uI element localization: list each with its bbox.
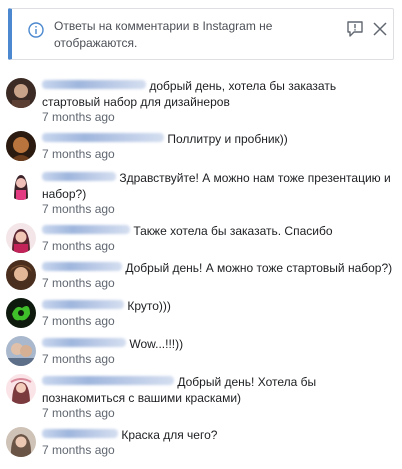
comment-time[interactable]: 7 months ago: [42, 443, 394, 458]
comment-text: Краска для чего?: [121, 428, 218, 442]
comment-time[interactable]: 7 months ago: [42, 276, 394, 291]
commenter-name-blurred[interactable]: [42, 133, 164, 142]
avatar[interactable]: [6, 427, 36, 457]
comment-time[interactable]: 7 months ago: [42, 110, 394, 125]
comment-item: добрый день, хотела бы заказать стартовы…: [0, 74, 402, 124]
avatar[interactable]: [6, 260, 36, 290]
flag-icon[interactable]: [346, 20, 364, 38]
avatar[interactable]: [6, 223, 36, 253]
comment-text: Круто))): [127, 299, 171, 313]
avatar[interactable]: [6, 336, 36, 366]
avatar[interactable]: [6, 374, 36, 404]
comment-text: Добрый день! А можно тоже стартовый набо…: [125, 261, 393, 275]
comment-item: Добрый день! Хотела бы познакомиться с в…: [0, 370, 402, 420]
info-icon: [28, 22, 44, 38]
avatar[interactable]: [6, 78, 36, 108]
comment-text: Wow...!!!)): [129, 337, 184, 351]
comment-time[interactable]: 7 months ago: [42, 314, 394, 329]
close-icon[interactable]: [372, 21, 388, 37]
comment-time[interactable]: 7 months ago: [42, 202, 394, 217]
avatar[interactable]: [6, 131, 36, 161]
comment-time[interactable]: 7 months ago: [42, 352, 394, 367]
notice-text: Ответы на комментарии в Instagram не ото…: [54, 19, 273, 50]
comment-text: Поллитру и пробник)): [167, 132, 288, 146]
commenter-name-blurred[interactable]: [42, 262, 122, 271]
commenter-name-blurred[interactable]: [42, 429, 118, 438]
commenter-name-blurred[interactable]: [42, 300, 124, 309]
commenter-name-blurred[interactable]: [42, 172, 116, 181]
comment-item: Здравствуйте! А можно нам тоже презентац…: [0, 166, 402, 216]
comment-text: Также хотела бы заказать. Спасибо: [133, 224, 333, 238]
notice-banner: Ответы на комментарии в Instagram не ото…: [8, 8, 394, 60]
avatar[interactable]: [6, 298, 36, 328]
commenter-name-blurred[interactable]: [42, 80, 146, 89]
comment-time[interactable]: 7 months ago: [42, 147, 394, 162]
comment-item: Краска для чего? 7 months ago: [0, 423, 402, 467]
comment-time[interactable]: 7 months ago: [42, 406, 394, 421]
avatar[interactable]: [6, 170, 36, 200]
comment-item: Поллитру и пробник)) 7 months ago: [0, 127, 402, 171]
comment-time[interactable]: 7 months ago: [42, 239, 394, 254]
commenter-name-blurred[interactable]: [42, 376, 174, 385]
commenter-name-blurred[interactable]: [42, 225, 130, 234]
commenter-name-blurred[interactable]: [42, 338, 126, 347]
